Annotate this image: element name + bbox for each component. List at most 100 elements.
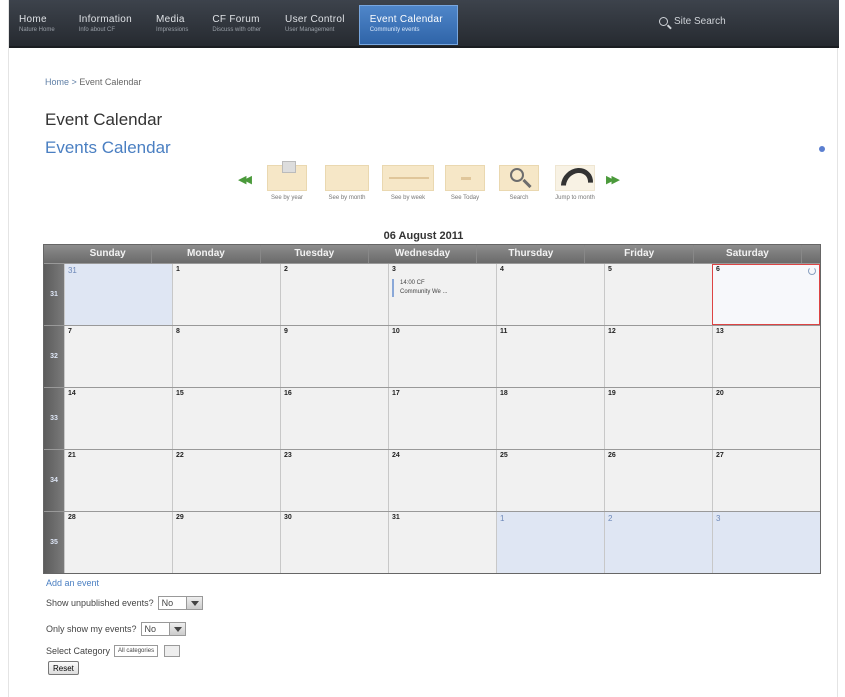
day-number: 1 bbox=[500, 514, 505, 523]
calendar-day[interactable]: 5 bbox=[604, 264, 713, 325]
category-select[interactable]: All categories bbox=[114, 645, 159, 657]
week-number[interactable]: 31 bbox=[44, 264, 64, 325]
day-number: 2 bbox=[283, 266, 288, 273]
calendar-week-row: 32 7 8 9 10 11 12 13 bbox=[44, 325, 821, 387]
calendar-day[interactable]: 31 bbox=[63, 264, 172, 325]
calendar-day[interactable]: 10 bbox=[387, 326, 496, 387]
calendar-day[interactable]: 15 bbox=[171, 388, 280, 449]
month-calendar: Sunday Monday Tuesday Wednesday Thursday… bbox=[43, 244, 821, 574]
calendar-day[interactable]: 8 bbox=[171, 326, 280, 387]
day-number: 22 bbox=[175, 452, 184, 459]
calendar-day[interactable]: 20 bbox=[712, 388, 821, 449]
calendar-year-icon bbox=[267, 161, 307, 191]
calendar-day[interactable]: 26 bbox=[604, 450, 713, 511]
select-value: No bbox=[144, 624, 157, 634]
calendar-day[interactable]: 19 bbox=[604, 388, 713, 449]
calendar-day[interactable]: 4 bbox=[496, 264, 605, 325]
calendar-day[interactable]: 17 bbox=[387, 388, 496, 449]
calendar-week-row: 31 31 1 2 3 14:00 CF Community We ... 4 … bbox=[44, 263, 821, 325]
site-search[interactable]: Site Search bbox=[659, 16, 726, 27]
calendar-month-icon bbox=[325, 165, 369, 191]
calendar-day[interactable]: 21 bbox=[63, 450, 172, 511]
calendar-day[interactable]: 9 bbox=[279, 326, 388, 387]
calendar-day[interactable]: 13 bbox=[712, 326, 821, 387]
week-number[interactable]: 32 bbox=[44, 326, 64, 387]
next-arrow-icon[interactable]: ▶▶ bbox=[606, 173, 620, 186]
day-number: 24 bbox=[391, 452, 400, 459]
see-today-button[interactable]: See Today bbox=[444, 165, 486, 202]
nav-item-user-control[interactable]: User Control User Management bbox=[275, 0, 359, 48]
week-number[interactable]: 33 bbox=[44, 388, 64, 449]
calendar-day[interactable]: 31 bbox=[387, 512, 496, 573]
see-by-month-button[interactable]: See by month bbox=[324, 165, 370, 202]
calendar-day[interactable]: 11 bbox=[496, 326, 605, 387]
jump-to-month-button[interactable]: Jump to month bbox=[552, 161, 600, 207]
calendar-week-row: 34 21 22 23 24 25 26 27 bbox=[44, 449, 821, 511]
see-by-year-button[interactable]: See by year bbox=[264, 161, 310, 202]
day-number: 27 bbox=[716, 452, 724, 459]
calendar-day[interactable]: 29 bbox=[171, 512, 280, 573]
nav-item-title: CF Forum bbox=[212, 14, 260, 25]
calendar-day[interactable]: 27 bbox=[712, 450, 821, 511]
nav-item-subtitle: Info about CF bbox=[78, 27, 116, 33]
nav-item-title: Media bbox=[156, 14, 185, 25]
previous-arrow-icon[interactable]: ◀◀ bbox=[238, 173, 252, 186]
calendar-day[interactable]: 7 bbox=[63, 326, 172, 387]
calendar-day[interactable]: 28 bbox=[63, 512, 172, 573]
calendar-day[interactable]: 3 14:00 CF Community We ... bbox=[387, 264, 496, 325]
calendar-day[interactable]: 23 bbox=[279, 450, 388, 511]
week-number[interactable]: 34 bbox=[44, 450, 64, 511]
chevron-down-icon[interactable] bbox=[164, 645, 181, 657]
reset-button[interactable]: Reset bbox=[48, 661, 79, 675]
button-label: Search bbox=[509, 195, 529, 201]
calendar-day[interactable]: 1 bbox=[496, 512, 605, 573]
day-number: 19 bbox=[608, 390, 616, 397]
select-value: All categories bbox=[118, 648, 155, 654]
only-my-events-select[interactable]: No bbox=[140, 622, 186, 636]
calendar-day[interactable]: 1 bbox=[171, 264, 280, 325]
search-button[interactable]: Search bbox=[498, 165, 540, 202]
only-my-events-option: Only show my events? No bbox=[46, 622, 186, 636]
day-number: 31 bbox=[391, 514, 400, 521]
day-number: 6 bbox=[716, 266, 720, 273]
breadcrumb-home-link[interactable]: Home bbox=[45, 77, 69, 87]
calendar-day[interactable]: 18 bbox=[496, 388, 605, 449]
day-number: 8 bbox=[175, 328, 180, 335]
nav-item-media[interactable]: Media Impressions bbox=[146, 0, 202, 48]
search-input[interactable]: Site Search bbox=[674, 16, 726, 27]
day-number: 11 bbox=[500, 328, 508, 335]
page-frame: Home Nature Home Information Info about … bbox=[8, 0, 839, 697]
week-number[interactable]: 35 bbox=[44, 512, 64, 573]
day-number: 7 bbox=[67, 328, 72, 335]
calendar-day[interactable]: 22 bbox=[171, 450, 280, 511]
nav-item-event-calendar[interactable]: Event Calendar Community events bbox=[358, 5, 458, 45]
nav-item-subtitle: Community events bbox=[369, 27, 420, 33]
refresh-icon[interactable] bbox=[808, 267, 817, 275]
show-unpublished-select[interactable]: No bbox=[157, 596, 203, 610]
calendar-day[interactable]: 2 bbox=[604, 512, 713, 573]
calendar-day[interactable]: 14 bbox=[63, 388, 172, 449]
calendar-event[interactable]: 14:00 CF Community We ... bbox=[391, 279, 493, 297]
day-number: 17 bbox=[391, 390, 400, 397]
search-icon bbox=[659, 17, 668, 26]
see-by-week-button[interactable]: See by week bbox=[382, 165, 434, 202]
calendar-day[interactable]: 16 bbox=[279, 388, 388, 449]
calendar-day[interactable]: 2 bbox=[279, 264, 388, 325]
calendar-day[interactable]: 12 bbox=[604, 326, 713, 387]
nav-item-title: Event Calendar bbox=[369, 14, 443, 25]
only-my-events-label: Only show my events? bbox=[46, 624, 137, 634]
weekday-tuesday: Tuesday bbox=[261, 245, 369, 263]
weekday-thursday: Thursday bbox=[477, 245, 586, 263]
weekday-wednesday: Wednesday bbox=[369, 245, 478, 263]
calendar-day-today[interactable]: 6 bbox=[712, 264, 821, 325]
add-event-link[interactable]: Add an event bbox=[46, 578, 99, 588]
calendar-toolbar: ◀◀ See by year See by month See by week … bbox=[234, 161, 654, 215]
nav-item-forum[interactable]: CF Forum Discuss with other bbox=[202, 0, 275, 48]
calendar-day[interactable]: 30 bbox=[279, 512, 388, 573]
calendar-day[interactable]: 24 bbox=[387, 450, 496, 511]
calendar-day[interactable]: 3 bbox=[712, 512, 821, 573]
calendar-day[interactable]: 25 bbox=[496, 450, 605, 511]
nav-item-home[interactable]: Home Nature Home bbox=[9, 0, 69, 48]
nav-item-information[interactable]: Information Info about CF bbox=[69, 0, 146, 48]
day-number: 29 bbox=[175, 514, 184, 521]
